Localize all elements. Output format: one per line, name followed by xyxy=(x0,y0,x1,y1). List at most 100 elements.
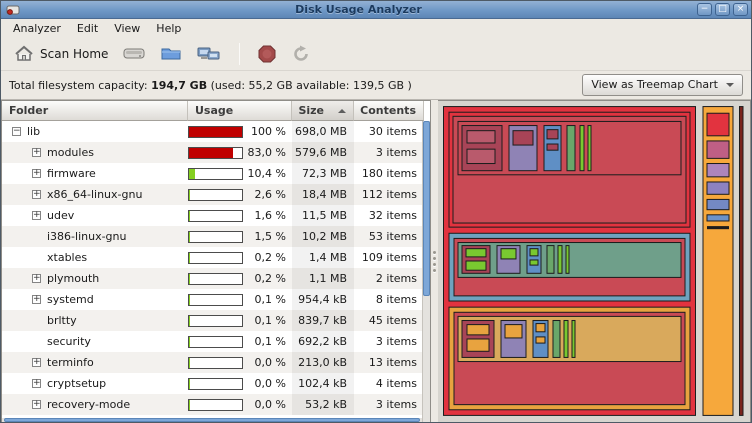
toolbar-separator xyxy=(239,43,240,65)
table-row[interactable]: +udev1,6 %11,5 MB32 items xyxy=(2,205,430,226)
size-value: 698,0 MB xyxy=(292,121,354,142)
column-header-usage[interactable]: Usage xyxy=(188,101,292,121)
scan-filesystem-button[interactable] xyxy=(117,42,151,65)
usage-percent: 0,0 % xyxy=(246,356,292,369)
treemap-chart[interactable] xyxy=(441,104,747,419)
usage-percent: 0,2 % xyxy=(246,251,292,264)
folder-name: recovery-mode xyxy=(47,398,130,411)
usage-percent: 0,0 % xyxy=(246,377,292,390)
contents-count: 4 items xyxy=(354,377,424,390)
vertical-scrollbar[interactable] xyxy=(422,121,430,422)
refresh-icon xyxy=(291,44,311,64)
table-row[interactable]: security0,1 %692,2 kB3 items xyxy=(2,331,430,352)
usage-bar xyxy=(188,315,243,327)
menu-analyzer[interactable]: Analyzer xyxy=(5,20,69,37)
table-row[interactable]: +firmware10,4 %72,3 MB180 items xyxy=(2,163,430,184)
table-row[interactable]: +modules83,0 %579,6 MB3 items xyxy=(2,142,430,163)
scan-home-button[interactable]: Scan Home xyxy=(9,42,113,65)
expand-icon[interactable]: + xyxy=(32,148,41,157)
expand-icon[interactable]: + xyxy=(32,295,41,304)
expand-icon[interactable]: + xyxy=(32,379,41,388)
pane-splitter[interactable] xyxy=(431,100,438,422)
sort-ascending-icon xyxy=(338,109,346,113)
usage-bar xyxy=(188,168,243,180)
contents-count: 32 items xyxy=(354,209,424,222)
usage-percent: 0,1 % xyxy=(246,314,292,327)
size-value: 839,7 kB xyxy=(292,310,354,331)
table-row[interactable]: +systemd0,1 %954,4 kB8 items xyxy=(2,289,430,310)
column-header-folder[interactable]: Folder xyxy=(2,101,188,121)
refresh-button[interactable] xyxy=(286,41,316,67)
minimize-button[interactable]: − xyxy=(697,3,712,16)
folder-name: cryptsetup xyxy=(47,377,106,390)
table-row[interactable]: +recovery-mode0,0 %53,2 kB3 items xyxy=(2,394,430,415)
stop-button[interactable] xyxy=(252,41,282,67)
horizontal-scrollbar-thumb[interactable] xyxy=(4,418,420,422)
usage-bar xyxy=(188,189,243,201)
size-value: 1,4 MB xyxy=(292,247,354,268)
menu-edit[interactable]: Edit xyxy=(69,20,106,37)
usage-bar xyxy=(188,231,243,243)
folder-name: firmware xyxy=(47,167,96,180)
usage-bar xyxy=(188,126,243,138)
network-scan-icon xyxy=(196,45,222,63)
capacity-bar: Total filesystem capacity: 194,7 GB (use… xyxy=(1,70,751,100)
contents-count: 45 items xyxy=(354,314,424,327)
home-icon xyxy=(14,45,34,62)
expand-icon[interactable]: + xyxy=(32,211,41,220)
usage-percent: 0,2 % xyxy=(246,272,292,285)
folder-name: security xyxy=(47,335,91,348)
scan-remote-button[interactable] xyxy=(191,42,227,66)
contents-count: 53 items xyxy=(354,230,424,243)
expand-icon[interactable]: + xyxy=(32,169,41,178)
usage-bar xyxy=(188,147,243,159)
table-header: Folder Usage Size Contents xyxy=(2,101,430,121)
usage-percent: 83,0 % xyxy=(246,146,292,159)
title-bar[interactable]: Disk Usage Analyzer − □ × xyxy=(1,1,751,19)
maximize-button[interactable]: □ xyxy=(715,3,730,16)
table-row[interactable]: −lib100 %698,0 MB30 items xyxy=(2,121,430,142)
table-row[interactable]: +plymouth0,2 %1,1 MB2 items xyxy=(2,268,430,289)
table-row[interactable]: brltty 0,1 %839,7 kB45 items xyxy=(2,310,430,331)
folder-name: brltty xyxy=(47,314,77,327)
folder-tree-panel: Folder Usage Size Contents −lib100 %698,… xyxy=(1,100,431,422)
contents-count: 13 items xyxy=(354,356,424,369)
menu-view[interactable]: View xyxy=(106,20,148,37)
table-row[interactable]: +x86_64-linux-gnu2,6 %18,4 MB112 items xyxy=(2,184,430,205)
table-row[interactable]: +cryptsetup0,0 %102,4 kB4 items xyxy=(2,373,430,394)
usage-percent: 1,5 % xyxy=(246,230,292,243)
column-header-size[interactable]: Size xyxy=(292,101,354,121)
menu-help[interactable]: Help xyxy=(148,20,189,37)
expand-icon[interactable]: + xyxy=(32,358,41,367)
table-row[interactable]: +terminfo0,0 %213,0 kB13 items xyxy=(2,352,430,373)
size-value: 1,1 MB xyxy=(292,268,354,289)
scan-home-label: Scan Home xyxy=(40,47,108,61)
vertical-scrollbar-thumb[interactable] xyxy=(423,121,430,296)
usage-bar xyxy=(188,294,243,306)
table-row[interactable]: xtables0,2 %1,4 MB109 items xyxy=(2,247,430,268)
contents-count: 2 items xyxy=(354,272,424,285)
expand-icon[interactable]: + xyxy=(32,400,41,409)
treemap-panel xyxy=(438,100,751,422)
view-mode-dropdown[interactable]: View as Treemap Chart xyxy=(582,74,743,96)
window-title: Disk Usage Analyzer xyxy=(20,3,697,16)
usage-bar xyxy=(188,399,243,411)
usage-bar xyxy=(188,273,243,285)
contents-count: 3 items xyxy=(354,398,424,411)
size-value: 72,3 MB xyxy=(292,163,354,184)
folder-tree-rows: −lib100 %698,0 MB30 items+modules83,0 %5… xyxy=(2,121,430,422)
close-button[interactable]: × xyxy=(733,3,748,16)
table-row[interactable]: i386-linux-gnu1,5 %10,2 MB53 items xyxy=(2,226,430,247)
column-header-contents[interactable]: Contents xyxy=(354,101,424,121)
folder-name: udev xyxy=(47,209,74,222)
scan-folder-button[interactable] xyxy=(155,42,187,65)
size-value: 53,2 kB xyxy=(292,394,354,415)
collapse-icon[interactable]: − xyxy=(12,127,21,136)
expand-icon[interactable]: + xyxy=(32,274,41,283)
usage-bar xyxy=(188,357,243,369)
contents-count: 8 items xyxy=(354,293,424,306)
folder-icon xyxy=(160,45,182,62)
horizontal-scrollbar[interactable] xyxy=(2,418,422,422)
expand-icon[interactable]: + xyxy=(32,190,41,199)
usage-percent: 10,4 % xyxy=(246,167,292,180)
